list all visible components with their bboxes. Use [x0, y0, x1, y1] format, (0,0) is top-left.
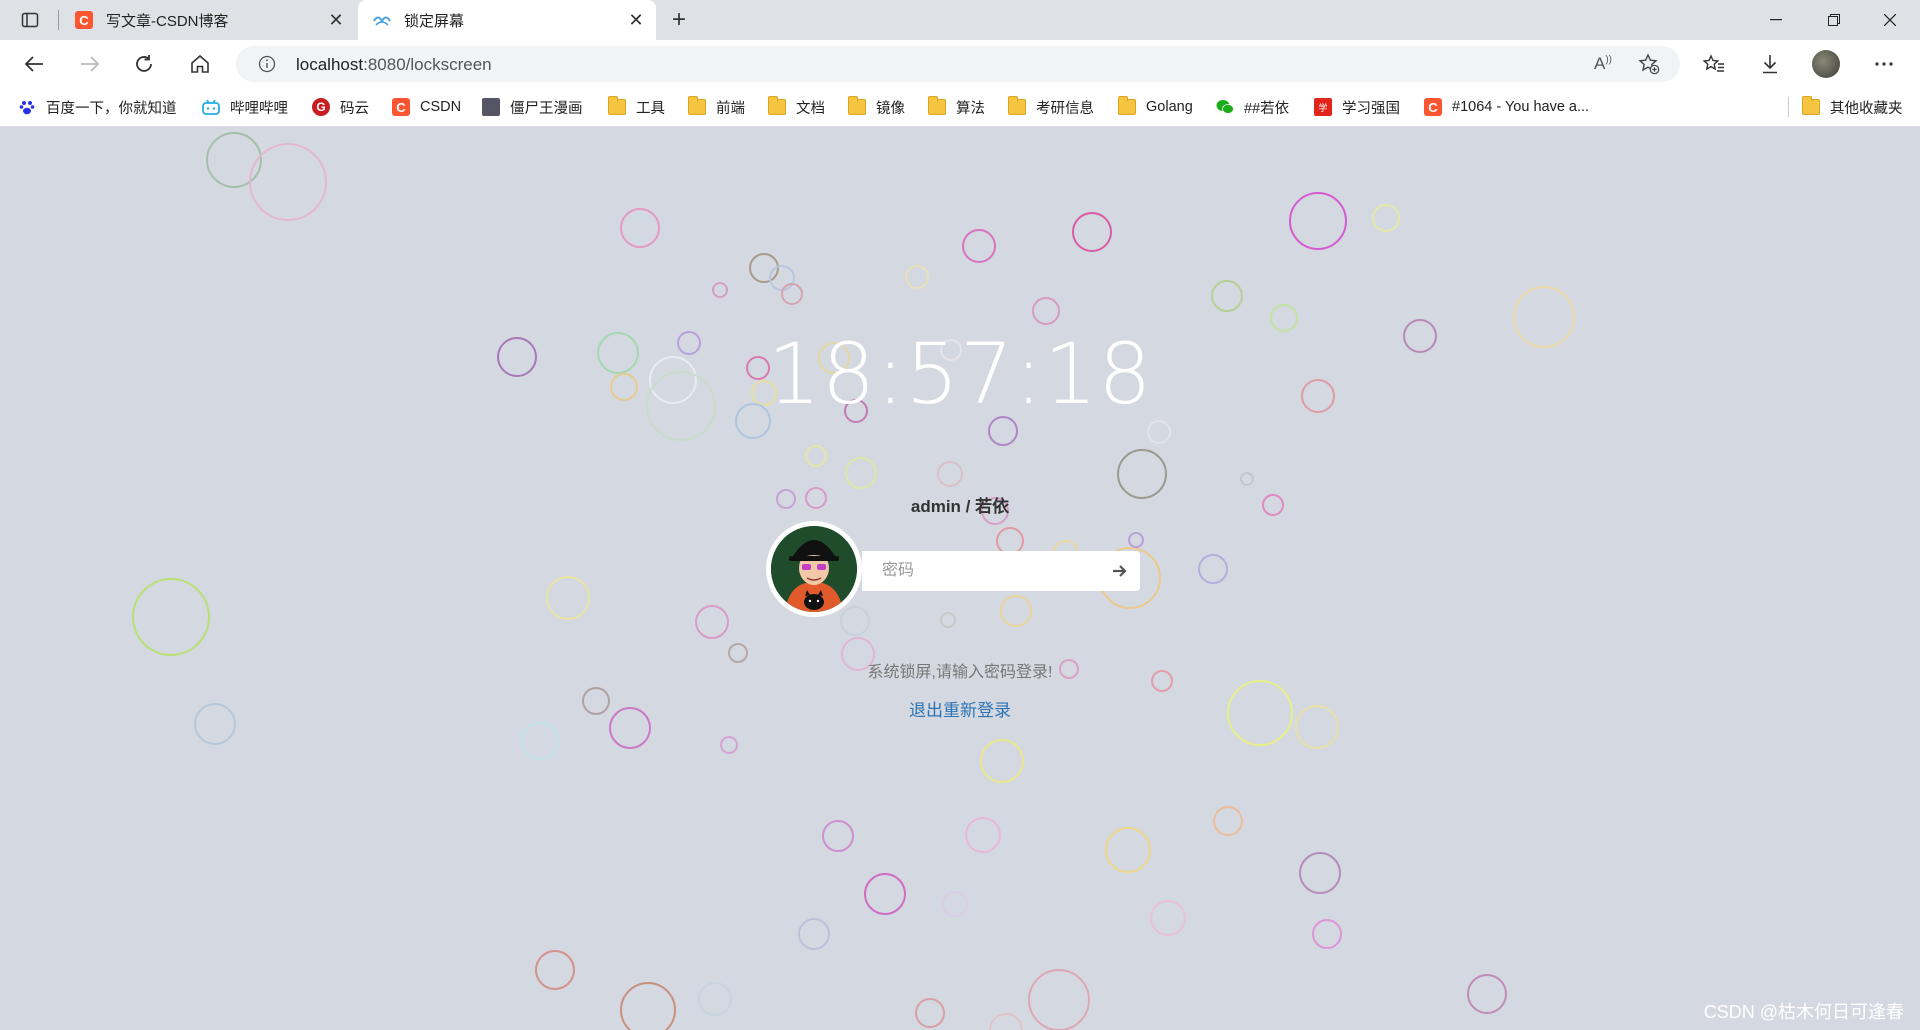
bookmark-folder-algorithm[interactable]: 算法: [928, 88, 985, 126]
bookmark-folder-kaoyan[interactable]: 考研信息: [1008, 88, 1094, 126]
password-input[interactable]: [880, 561, 1104, 581]
bookmark-xuexi[interactable]: 学学习强国: [1314, 88, 1400, 126]
csdn-icon: C: [1424, 98, 1442, 116]
bookmark-label: 哔哩哔哩: [230, 100, 288, 117]
bookmark-folder-tools[interactable]: 工具: [608, 88, 665, 126]
bookmark-folder-frontend[interactable]: 前端: [688, 88, 745, 126]
favorites-icon[interactable]: [1696, 46, 1732, 82]
bookmark-ruoyi[interactable]: ##若依: [1216, 88, 1289, 126]
home-button[interactable]: [182, 46, 218, 82]
close-icon[interactable]: ✕: [622, 6, 650, 34]
bookmark-label: 僵尸王漫画: [510, 100, 583, 117]
other-bookmarks[interactable]: 其他收藏夹: [1802, 88, 1903, 126]
bookmark-csdn[interactable]: C CSDN: [392, 88, 461, 126]
relogin-row: 退出重新登录: [0, 696, 1920, 721]
lockscreen-page: 18:57:18 admin / 若依 系统锁屏,请输入密码登录! 退出重新登录…: [0, 127, 1920, 1030]
user-name: admin / 若依: [910, 497, 1010, 516]
minimize-button[interactable]: [1748, 0, 1804, 40]
bookmark-label: 算法: [956, 100, 985, 117]
bookmark-label: ##若依: [1244, 100, 1290, 117]
bookmark-label: 前端: [716, 100, 745, 117]
url-text[interactable]: localhost:8080/lockscreen: [296, 55, 492, 75]
folder-icon: [848, 96, 866, 115]
close-icon[interactable]: ✕: [322, 6, 350, 34]
bookmark-label: 考研信息: [1036, 100, 1094, 117]
bookmark-separator: [1788, 97, 1789, 117]
bookmark-gitee[interactable]: G 码云: [312, 88, 369, 126]
folder-icon: [1802, 96, 1820, 115]
info-icon[interactable]: [258, 55, 276, 78]
wechat-icon: [1216, 99, 1234, 115]
folder-icon: [1008, 96, 1026, 115]
profile-avatar[interactable]: [1808, 46, 1844, 82]
lock-clock: 18:57:18: [767, 325, 1153, 423]
bookmarks-bar: 百度一下，你就知道 哔哩哔哩 G 码云 C CSDN 僵尸王漫画 工具 前端 文档 …: [0, 88, 1920, 127]
lock-hint: 系统锁屏,请输入密码登录!: [867, 664, 1053, 681]
bookmark-bilibili[interactable]: 哔哩哔哩: [202, 88, 288, 126]
browser-toolbar: localhost:8080/lockscreen A)): [0, 40, 1920, 88]
gitee-icon: G: [312, 98, 330, 116]
bookmark-label: CSDN: [420, 99, 462, 115]
watermark: CSDN @枯木何日可逢春: [1703, 1002, 1904, 1022]
tab-lockscreen[interactable]: 锁定屏幕 ✕: [358, 0, 656, 40]
folder-icon: [1118, 96, 1136, 115]
bookmark-folder-docs[interactable]: 文档: [768, 88, 825, 126]
bookmark-label: #1064 - You have a...: [1452, 99, 1590, 115]
forward-button[interactable]: [72, 46, 108, 82]
back-button[interactable]: [16, 46, 52, 82]
bookmark-label: 百度一下，你就知道: [46, 100, 177, 117]
add-favorite-icon[interactable]: [1638, 53, 1660, 80]
bookmark-label: 其他收藏夹: [1830, 100, 1903, 117]
folder-icon: [688, 96, 706, 115]
bookmark-manga[interactable]: 僵尸王漫画: [482, 88, 583, 126]
bookmark-folder-golang[interactable]: Golang: [1118, 88, 1193, 126]
csdn-icon: C: [74, 10, 94, 30]
tab-actions-icon[interactable]: [12, 2, 48, 38]
bookmark-csdn-1064[interactable]: C #1064 - You have a...: [1424, 88, 1589, 126]
baidu-icon: [18, 99, 36, 115]
csdn-icon: C: [392, 98, 410, 116]
bookmark-label: 工具: [636, 100, 665, 117]
avatar: [766, 521, 862, 617]
avatar-image: [771, 526, 857, 612]
restore-button[interactable]: [1806, 0, 1862, 40]
password-field[interactable]: [862, 551, 1140, 591]
bilibili-icon: [202, 99, 220, 115]
more-icon[interactable]: [1866, 46, 1902, 82]
tab-title: 锁定屏幕: [404, 12, 465, 30]
tab-title: 写文章-CSDN博客: [106, 12, 229, 30]
tab-separator: [58, 10, 59, 30]
bookmark-label: 学习强国: [1342, 100, 1400, 117]
bookmark-label: 文档: [796, 100, 825, 117]
url-path: :8080/lockscreen: [363, 55, 492, 74]
xuexi-icon: 学: [1314, 98, 1332, 116]
bookmark-folder-mirror[interactable]: 镜像: [848, 88, 905, 126]
bookmark-baidu[interactable]: 百度一下，你就知道: [18, 88, 177, 126]
tab-bar: C 写文章-CSDN博客 ✕ 锁定屏幕 ✕ +: [0, 0, 1920, 40]
new-tab-button[interactable]: +: [664, 6, 694, 34]
tab-csdn[interactable]: C 写文章-CSDN博客 ✕: [60, 0, 356, 40]
relogin-link[interactable]: 退出重新登录: [909, 701, 1011, 720]
folder-icon: [768, 96, 786, 115]
read-aloud-icon[interactable]: A)): [1594, 54, 1612, 74]
close-window-button[interactable]: [1862, 0, 1918, 40]
refresh-button[interactable]: [126, 46, 162, 82]
folder-icon: [928, 96, 946, 115]
manga-icon: [482, 98, 500, 116]
element-icon: [372, 10, 392, 30]
url-host: localhost: [296, 55, 364, 74]
folder-icon: [608, 96, 626, 115]
bookmark-label: 镜像: [876, 100, 905, 117]
address-bar[interactable]: localhost:8080/lockscreen A)): [236, 46, 1680, 82]
downloads-icon[interactable]: [1752, 46, 1788, 82]
bookmark-label: 码云: [340, 100, 369, 117]
bookmark-label: Golang: [1146, 99, 1193, 115]
arrow-right-icon[interactable]: [1110, 561, 1130, 581]
